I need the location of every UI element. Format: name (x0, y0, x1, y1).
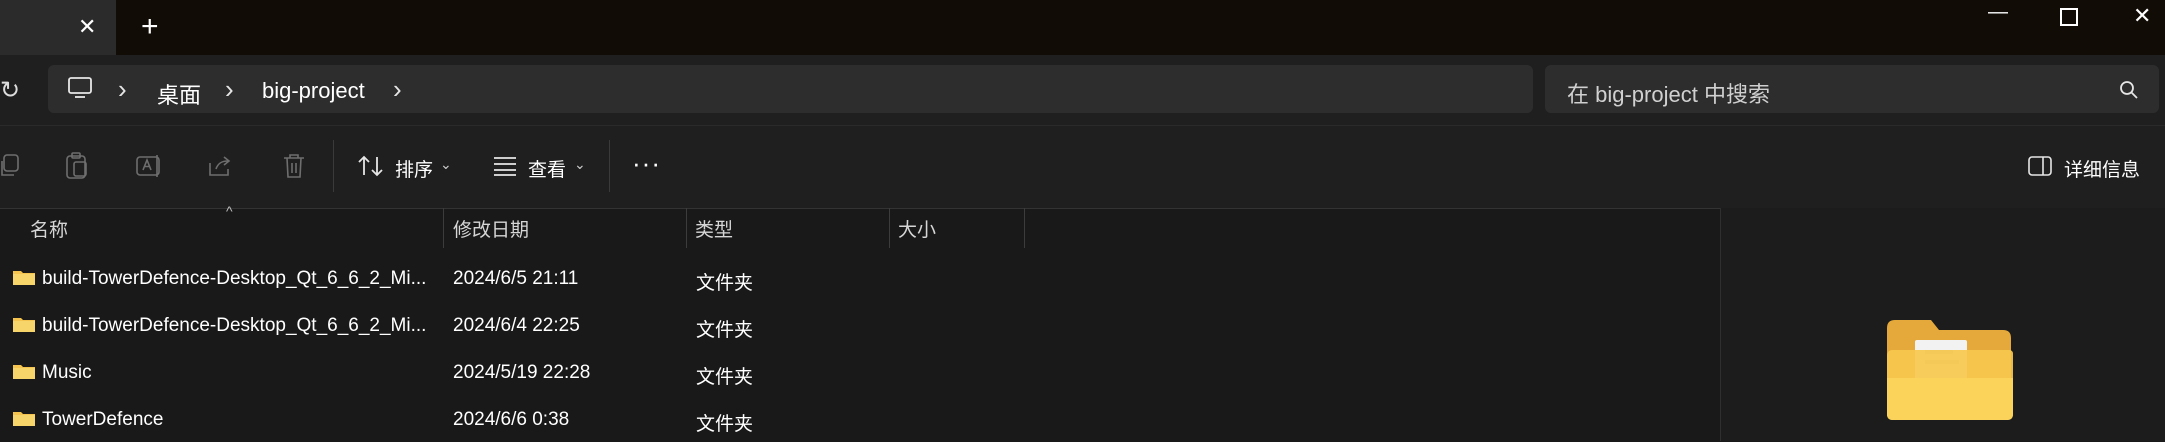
share-icon[interactable] (206, 153, 234, 184)
file-name[interactable]: Music (42, 362, 92, 384)
file-modified: 2024/6/6 0:38 (453, 409, 570, 430)
breadcrumb-desktop[interactable]: 桌面 (157, 78, 201, 110)
column-divider[interactable] (889, 208, 890, 248)
file-modified: 2024/5/19 22:28 (453, 362, 591, 383)
delete-icon[interactable] (281, 152, 307, 185)
list-item[interactable]: Music 2024/5/19 22:28 文件夹 (0, 349, 1720, 395)
search-placeholder: 在 big-project 中搜索 (1567, 82, 1770, 107)
column-header-modified[interactable]: 修改日期 (453, 215, 529, 242)
folder-icon (13, 318, 35, 332)
refresh-icon[interactable]: ↻ (0, 76, 20, 105)
file-type: 文件夹 (696, 273, 754, 294)
column-header-type[interactable]: 类型 (695, 215, 733, 242)
chevron-down-icon[interactable]: ⌄ (574, 156, 586, 173)
file-modified: 2024/6/5 21:11 (453, 268, 579, 289)
paste-icon[interactable] (64, 152, 90, 185)
chevron-right-icon[interactable]: › (118, 74, 127, 105)
folder-icon (13, 365, 35, 379)
chevron-down-icon[interactable]: ⌄ (440, 156, 452, 173)
window-close-button[interactable]: ✕ (2133, 5, 2151, 27)
folder-preview-icon (1887, 320, 2013, 420)
list-item[interactable]: build-TowerDefence-Desktop_Qt_6_6_2_Mi..… (0, 255, 1720, 301)
chevron-right-icon[interactable]: › (225, 74, 234, 105)
title-bar (0, 0, 2165, 55)
command-bar (0, 125, 2165, 209)
tab-active[interactable] (0, 0, 116, 55)
file-type: 文件夹 (696, 414, 754, 435)
file-name[interactable]: TowerDefence (42, 409, 163, 431)
minimize-button[interactable]: — (1988, 2, 2008, 22)
details-pane-icon[interactable] (2027, 155, 2053, 182)
column-header-name[interactable]: 名称 (30, 215, 68, 242)
chevron-right-icon[interactable]: › (393, 74, 402, 105)
separator (333, 140, 334, 192)
sort-ascending-icon: ^ (226, 203, 233, 219)
column-divider[interactable] (1024, 208, 1025, 248)
folder-icon (13, 412, 35, 426)
tab-close-button[interactable]: ✕ (78, 16, 96, 38)
column-divider[interactable] (686, 208, 687, 248)
copy-icon[interactable] (0, 153, 22, 184)
list-item[interactable]: build-TowerDefence-Desktop_Qt_6_6_2_Mi..… (0, 302, 1720, 348)
maximize-button[interactable] (2060, 8, 2078, 26)
column-divider[interactable] (443, 208, 444, 248)
this-pc-icon[interactable] (67, 76, 93, 105)
file-name[interactable]: build-TowerDefence-Desktop_Qt_6_6_2_Mi..… (42, 268, 426, 290)
details-button[interactable]: 详细信息 (2064, 155, 2140, 182)
rename-icon[interactable] (135, 153, 163, 184)
search-icon[interactable] (2119, 80, 2139, 105)
file-name[interactable]: build-TowerDefence-Desktop_Qt_6_6_2_Mi..… (42, 315, 426, 337)
separator (609, 140, 610, 192)
file-type: 文件夹 (696, 367, 754, 388)
breadcrumb-big-project[interactable]: big-project (262, 78, 365, 104)
file-type: 文件夹 (696, 320, 754, 341)
column-header-size[interactable]: 大小 (898, 215, 936, 242)
list-item[interactable]: TowerDefence 2024/6/6 0:38 文件夹 (0, 396, 1720, 442)
view-icon[interactable] (492, 155, 518, 182)
new-tab-button[interactable]: + (141, 12, 159, 42)
view-button[interactable]: 查看 (528, 155, 566, 182)
folder-icon (13, 271, 35, 285)
file-modified: 2024/6/4 22:25 (453, 315, 580, 336)
sort-icon[interactable] (357, 153, 385, 184)
more-options-button[interactable]: ··· (632, 148, 661, 179)
sort-button[interactable]: 排序 (395, 155, 433, 182)
